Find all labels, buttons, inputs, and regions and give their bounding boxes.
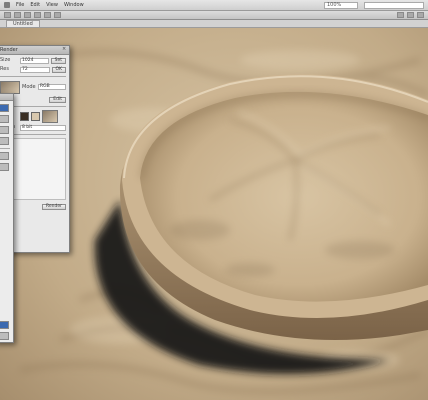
tools-panel-title-bar[interactable] [0,94,13,101]
render-button[interactable]: Render [41,203,66,210]
move-tool-icon[interactable] [4,12,11,18]
resolution-field[interactable]: 72 [20,66,50,73]
row-label: Size [0,57,11,63]
panel-title: Render [0,47,18,53]
hand-icon[interactable] [0,163,9,171]
select-tool-icon[interactable] [14,12,21,18]
menu-bar: File Edit View Window 100% [0,0,428,11]
close-icon[interactable]: × [62,47,67,52]
move-icon[interactable] [0,115,9,123]
crop-tool-icon[interactable] [34,12,41,18]
mode-select[interactable]: RGB [38,84,66,90]
pan-icon[interactable] [417,12,424,18]
menu-window[interactable]: Window [64,2,84,8]
stroke-swatch[interactable] [31,111,40,121]
type-icon[interactable] [0,137,9,145]
layer-icon[interactable] [0,104,9,112]
quick-mask-icon[interactable] [0,332,9,340]
eraser-tool-icon[interactable] [54,12,61,18]
search-input[interactable] [364,1,424,9]
options-toolbar [0,11,428,20]
set-button[interactable]: Set [50,57,66,64]
app-logo-icon[interactable] [4,2,10,8]
lasso-tool-icon[interactable] [24,12,31,18]
ok-button[interactable]: OK [51,66,66,73]
settings-row-res: Res 72 OK [0,66,66,73]
orbit-icon[interactable] [407,12,414,18]
panel-title-bar[interactable]: Render × [0,46,69,55]
texture-thumbnail[interactable] [42,109,58,123]
brush-tool-icon[interactable] [44,12,51,18]
divider [0,148,10,149]
tab-document[interactable]: Untitled [6,20,40,27]
size-field[interactable]: 1024 [20,57,49,64]
row-label: Mode [22,83,36,90]
preview-thumbnail[interactable] [0,80,20,94]
menu-edit[interactable]: Edit [30,2,40,8]
row-label: Res [0,66,9,72]
depth-select[interactable]: 8 bit [20,124,66,131]
fill-swatch[interactable] [20,111,29,121]
zoom-field[interactable]: 100% [324,1,358,9]
settings-row-mode: Mode RGB [0,80,66,94]
menu-file[interactable]: File [16,2,24,8]
rotate-icon[interactable] [397,12,404,18]
edit-button[interactable]: Edit [49,96,66,103]
zoom-icon[interactable] [0,152,9,160]
tab-strip [0,20,428,28]
menu-view[interactable]: View [46,2,58,8]
tools-panel [0,93,14,343]
divider [0,76,66,77]
brush-icon[interactable] [0,126,9,134]
color-swatch-icon[interactable] [0,321,9,329]
settings-row-size: Size 1024 Set [0,57,66,64]
